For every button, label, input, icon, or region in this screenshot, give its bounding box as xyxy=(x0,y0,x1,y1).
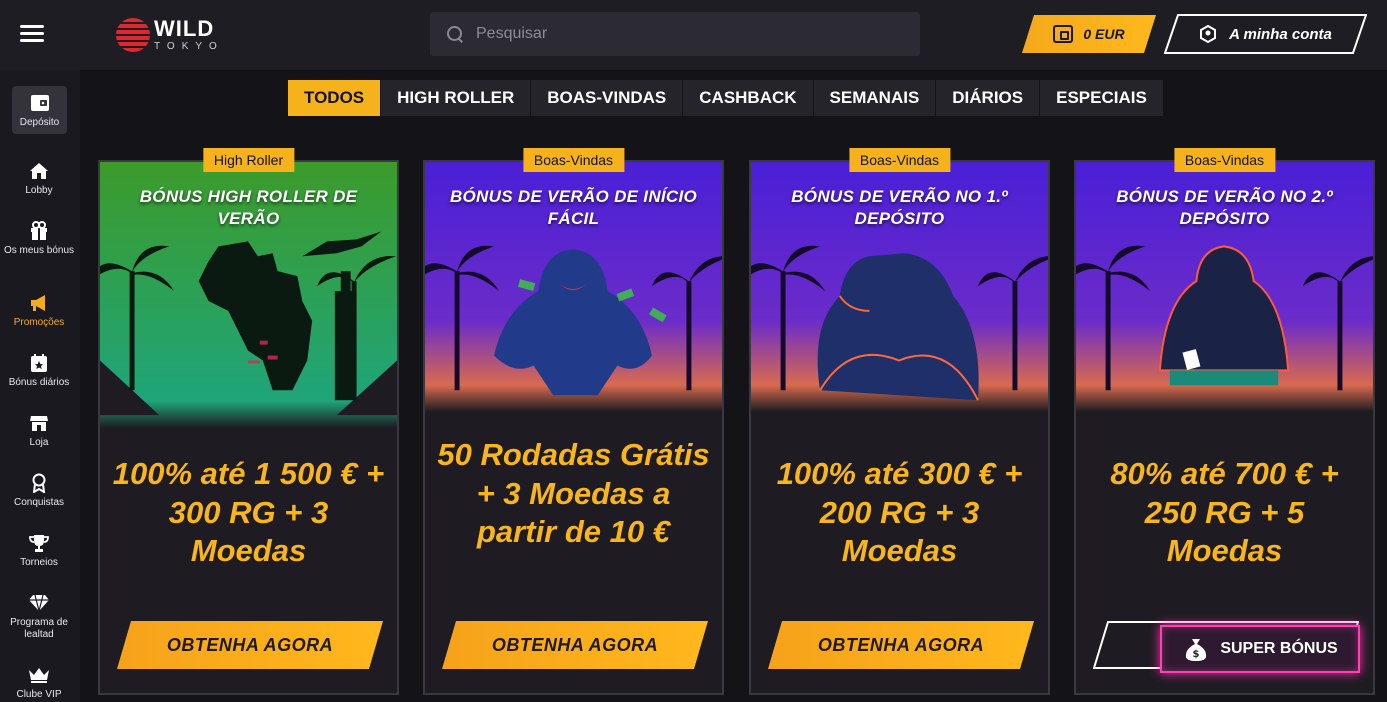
sidebar-item-label: Loja xyxy=(29,437,49,448)
sidebar: Depósito Lobby Os meus bónus Promoções B… xyxy=(0,70,80,702)
wallet-icon xyxy=(29,92,51,114)
card-offer: 50 Rodadas Grátis + 3 Moedas a partir de… xyxy=(437,437,710,549)
tab-cashback[interactable]: CASHBACK xyxy=(683,80,814,116)
card-title: BÓNUS DE VERÃO NO 2.º DEPÓSITO xyxy=(1116,187,1333,228)
gorilla-profile-artwork xyxy=(751,162,1048,693)
crown-icon xyxy=(28,664,50,686)
tab-boas-vindas[interactable]: BOAS-VINDAS xyxy=(531,80,684,116)
tab-diarios[interactable]: DIÁRIOS xyxy=(936,80,1041,116)
category-badge: Boas-Vindas xyxy=(522,148,625,172)
card-offer: 100% até 1 500 € + 300 RG + 3 Moedas xyxy=(112,456,385,568)
sidebar-item-promotions[interactable]: Promoções xyxy=(0,292,78,329)
category-badge: Boas-Vindas xyxy=(848,148,951,172)
sidebar-item-label: Programa de lealtad xyxy=(10,617,68,640)
promo-card-first-deposit[interactable]: BÓNUS DE VERÃO NO 1.º DEPÓSITO 100% até … xyxy=(749,160,1050,695)
sidebar-item-shop[interactable]: Loja xyxy=(0,412,78,449)
wallet-icon xyxy=(1053,25,1073,43)
sidebar-item-label: Depósito xyxy=(19,117,60,128)
wallet-button[interactable]: 0 EUR xyxy=(1022,15,1156,53)
promo-card-easy-start[interactable]: BÓNUS DE VERÃO DE INÍCIO FÁCIL 50 Rodada… xyxy=(423,160,724,695)
super-bonus-button[interactable]: $ SUPER BÓNUS xyxy=(1160,625,1360,673)
sidebar-item-lobby[interactable]: Lobby xyxy=(0,160,78,197)
sidebar-item-loyalty[interactable]: Programa de lealtad xyxy=(0,592,78,641)
promo-tabs: TODOS HIGH ROLLER BOAS-VINDAS CASHBACK S… xyxy=(288,80,1164,116)
claim-button[interactable]: OBTENHA AGORA xyxy=(117,621,383,669)
gorilla-cards-artwork xyxy=(1076,162,1373,693)
menu-icon[interactable] xyxy=(20,25,44,45)
promo-card-second-deposit[interactable]: BÓNUS DE VERÃO NO 2.º DEPÓSITO 80% até 7… xyxy=(1074,160,1375,695)
claim-button[interactable]: OBTENHA AGORA xyxy=(768,621,1034,669)
logo-sun-icon xyxy=(116,18,150,52)
account-button[interactable]: A minha conta xyxy=(1164,14,1367,54)
super-bonus-label: SUPER BÓNUS xyxy=(1220,640,1338,657)
logo-sub: TOKYO xyxy=(154,41,224,52)
account-icon xyxy=(1200,25,1217,43)
gorilla-money-artwork xyxy=(425,162,722,693)
home-icon xyxy=(28,160,50,182)
category-badge: Boas-Vindas xyxy=(1173,148,1276,172)
search-icon xyxy=(446,25,464,43)
shop-icon xyxy=(28,412,50,434)
gift-icon xyxy=(28,220,50,242)
sidebar-item-label: Clube VIP xyxy=(16,689,62,700)
sidebar-item-achievements[interactable]: Conquistas xyxy=(0,472,78,509)
sidebar-item-my-bonuses[interactable]: Os meus bónus xyxy=(0,220,78,257)
search-input[interactable]: Pesquisar xyxy=(430,12,920,56)
sidebar-item-vip-club[interactable]: Clube VIP xyxy=(0,664,78,701)
calendar-icon xyxy=(28,352,50,374)
sidebar-item-label: Os meus bónus xyxy=(3,245,75,256)
megaphone-icon xyxy=(28,292,50,314)
category-badge: High Roller xyxy=(202,148,295,172)
tab-semanais[interactable]: SEMANAIS xyxy=(813,80,937,116)
card-offer: 100% até 300 € + 200 RG + 3 Moedas xyxy=(776,456,1023,568)
logo[interactable]: WILD TOKYO xyxy=(116,15,224,55)
top-bar: WILD TOKYO Pesquisar 0 EUR A minha conta xyxy=(0,0,1387,70)
logo-main: WILD xyxy=(154,16,215,41)
sidebar-item-label: Conquistas xyxy=(13,497,65,508)
card-title: BÓNUS HIGH ROLLER DE VERÃO xyxy=(139,187,358,228)
sidebar-item-label: Promoções xyxy=(13,317,65,328)
tab-todos[interactable]: TODOS xyxy=(288,80,382,116)
tab-high-roller[interactable]: HIGH ROLLER xyxy=(381,80,532,116)
claim-button[interactable]: OBTENHA AGORA xyxy=(442,621,708,669)
account-label: A minha conta xyxy=(1229,25,1332,43)
medal-icon xyxy=(28,472,50,494)
wallet-balance: 0 EUR xyxy=(1083,26,1125,42)
card-offer: 80% até 700 € + 250 RG + 5 Moedas xyxy=(1110,456,1339,568)
sidebar-item-label: Torneios xyxy=(20,557,58,568)
sidebar-item-label: Lobby xyxy=(25,185,53,196)
sidebar-item-label: Bónus diários xyxy=(8,377,70,388)
godzilla-artwork xyxy=(100,162,397,693)
card-title: BÓNUS DE VERÃO DE INÍCIO FÁCIL xyxy=(449,187,698,228)
promo-card-high-roller[interactable]: BÓNUS HIGH ROLLER DE VERÃO 100% até 1 50… xyxy=(98,160,399,695)
sidebar-item-deposit[interactable]: Depósito xyxy=(12,86,67,134)
sidebar-item-tournaments[interactable]: Torneios xyxy=(0,532,78,569)
sidebar-item-daily-bonuses[interactable]: Bónus diários xyxy=(0,352,78,389)
trophy-icon xyxy=(28,532,50,554)
svg-text:$: $ xyxy=(1193,649,1200,660)
diamond-icon xyxy=(28,592,50,614)
tab-especiais[interactable]: ESPECIAIS xyxy=(1040,80,1164,116)
money-bag-icon: $ xyxy=(1186,639,1207,661)
search-placeholder: Pesquisar xyxy=(476,25,548,42)
card-title: BÓNUS DE VERÃO NO 1.º DEPÓSITO xyxy=(791,187,1008,228)
